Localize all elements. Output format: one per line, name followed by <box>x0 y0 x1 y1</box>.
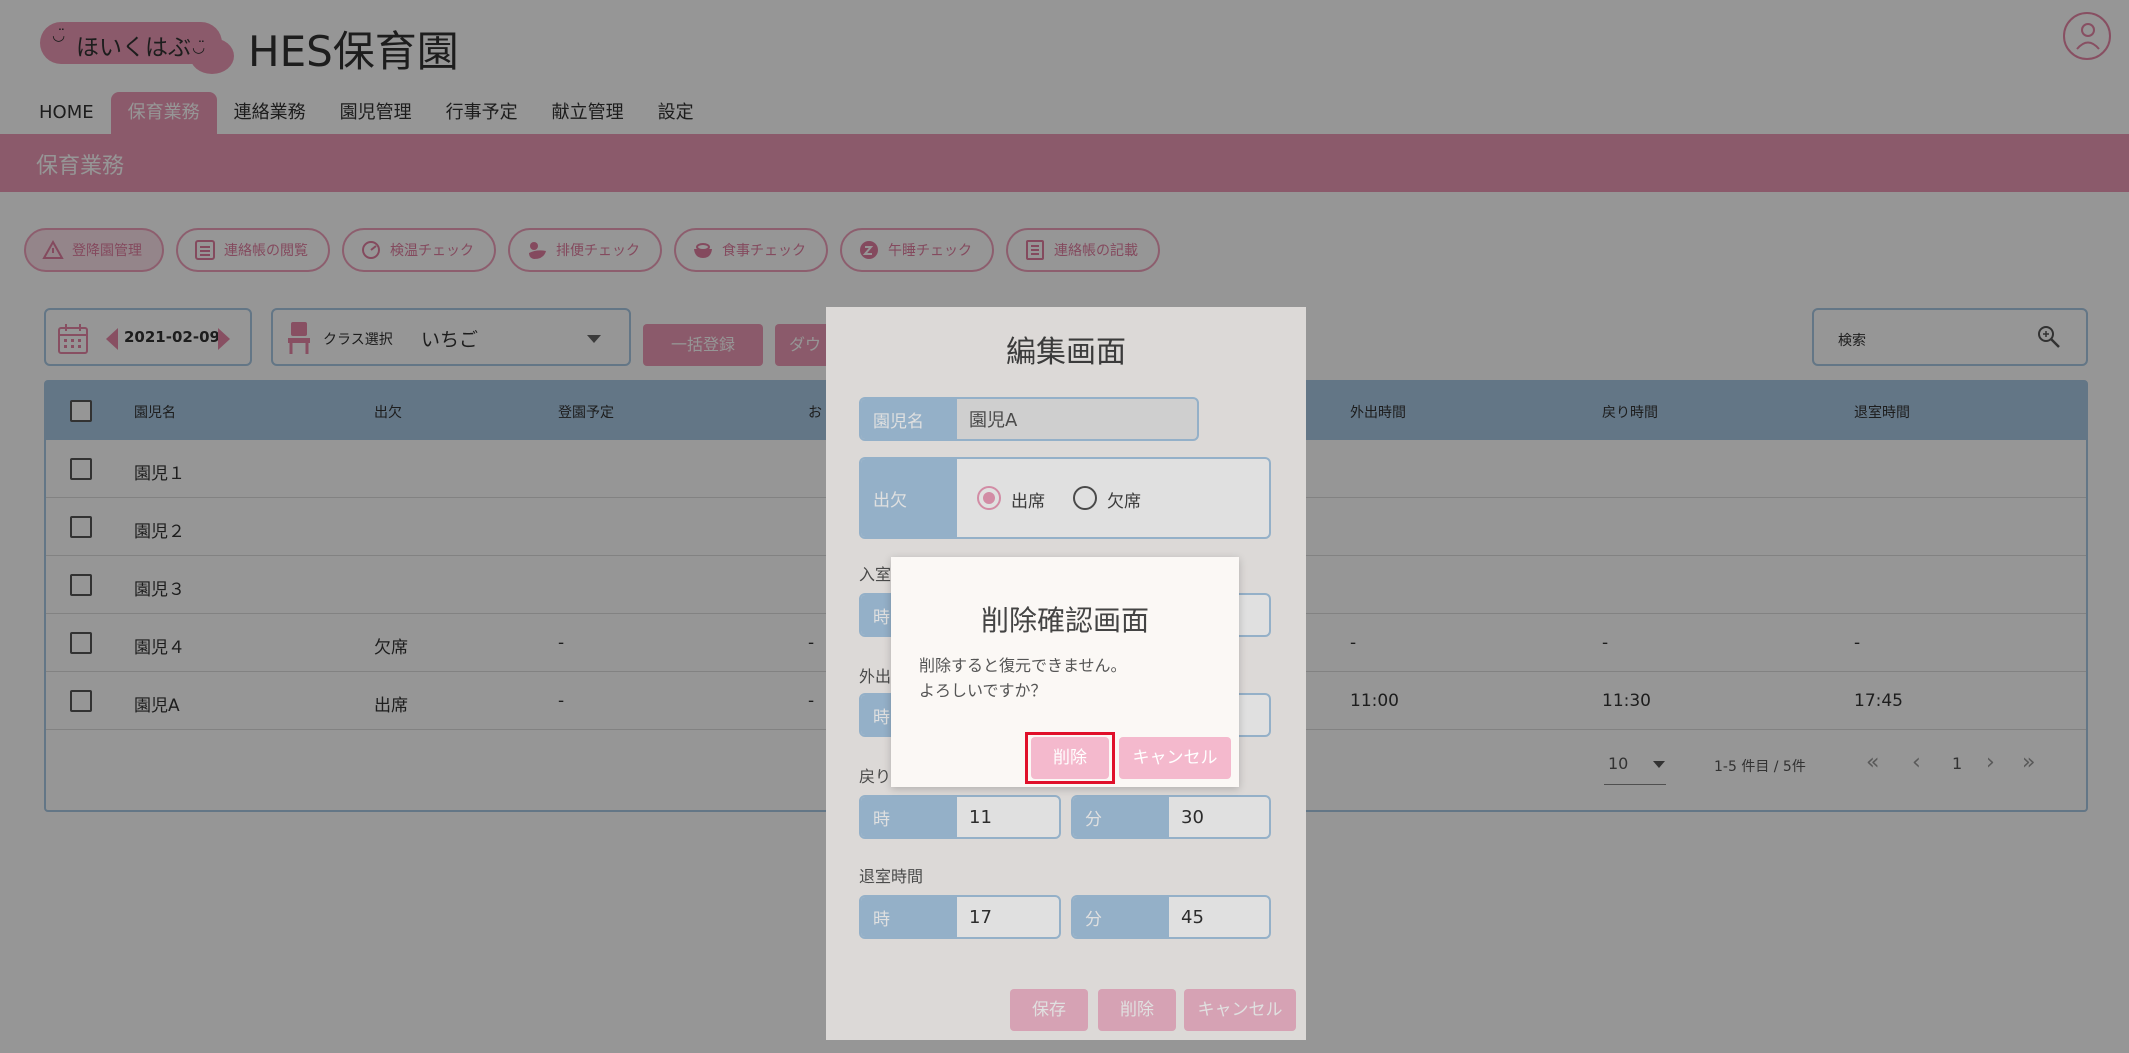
confirm-message-line: よろしいですか？ <box>919 681 1047 700</box>
confirm-cancel-button[interactable]: キャンセル <box>1119 737 1231 779</box>
confirm-message: 削除すると復元できません。 よろしいですか？ <box>919 653 1127 703</box>
delete-confirm-dialog: 削除確認画面 削除すると復元できません。 よろしいですか？ 削除 キャンセル <box>891 557 1239 787</box>
confirm-title: 削除確認画面 <box>980 604 1149 637</box>
confirm-backdrop[interactable] <box>0 0 2129 1053</box>
highlight-box <box>1025 732 1115 784</box>
confirm-message-line: 削除すると復元できません。 <box>919 656 1127 675</box>
